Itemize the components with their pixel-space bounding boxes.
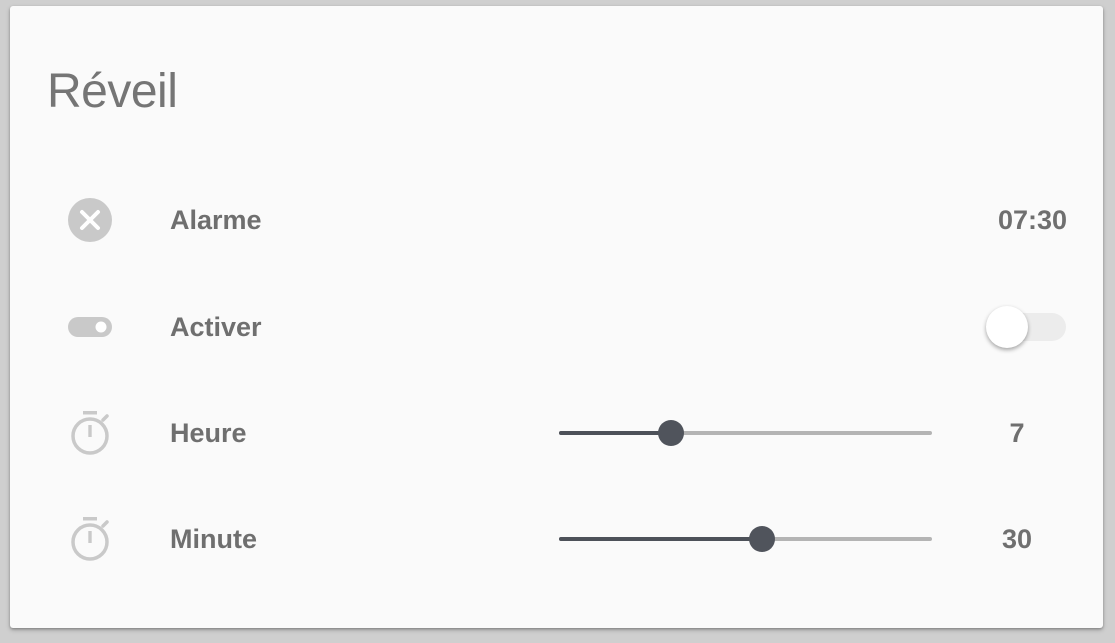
timer-icon bbox=[66, 515, 114, 563]
enable-toggle[interactable] bbox=[986, 305, 1068, 349]
row-minute-label: Minute bbox=[170, 524, 257, 554]
minute-slider[interactable] bbox=[559, 519, 932, 559]
toggle-thumb[interactable] bbox=[986, 306, 1028, 348]
hour-slider-fill bbox=[559, 431, 671, 435]
row-enable: Activer bbox=[10, 299, 1103, 355]
row-enable-label: Activer bbox=[170, 312, 262, 342]
row-alarm: Alarme 07:30 bbox=[10, 192, 1103, 248]
row-alarm-label: Alarme bbox=[170, 205, 262, 235]
alarm-time-value: 07:30 bbox=[997, 205, 1067, 235]
alarm-card: Réveil Alarme 07:30 Activer Heure 7 Minu… bbox=[10, 6, 1103, 628]
minute-slider-fill bbox=[559, 537, 763, 541]
card-title: Réveil bbox=[47, 65, 178, 118]
close-circle-icon bbox=[66, 196, 114, 244]
hour-value: 7 bbox=[1009, 418, 1025, 448]
minute-value: 30 bbox=[1001, 524, 1033, 554]
row-hour-label: Heure bbox=[170, 418, 247, 448]
hour-slider-thumb[interactable] bbox=[657, 420, 684, 446]
hour-slider[interactable] bbox=[559, 413, 932, 453]
timer-icon bbox=[66, 409, 114, 457]
row-minute: Minute 30 bbox=[10, 511, 1103, 567]
minute-slider-thumb[interactable] bbox=[749, 526, 776, 552]
toggle-switch-icon bbox=[66, 303, 114, 351]
row-hour: Heure 7 bbox=[10, 405, 1103, 461]
